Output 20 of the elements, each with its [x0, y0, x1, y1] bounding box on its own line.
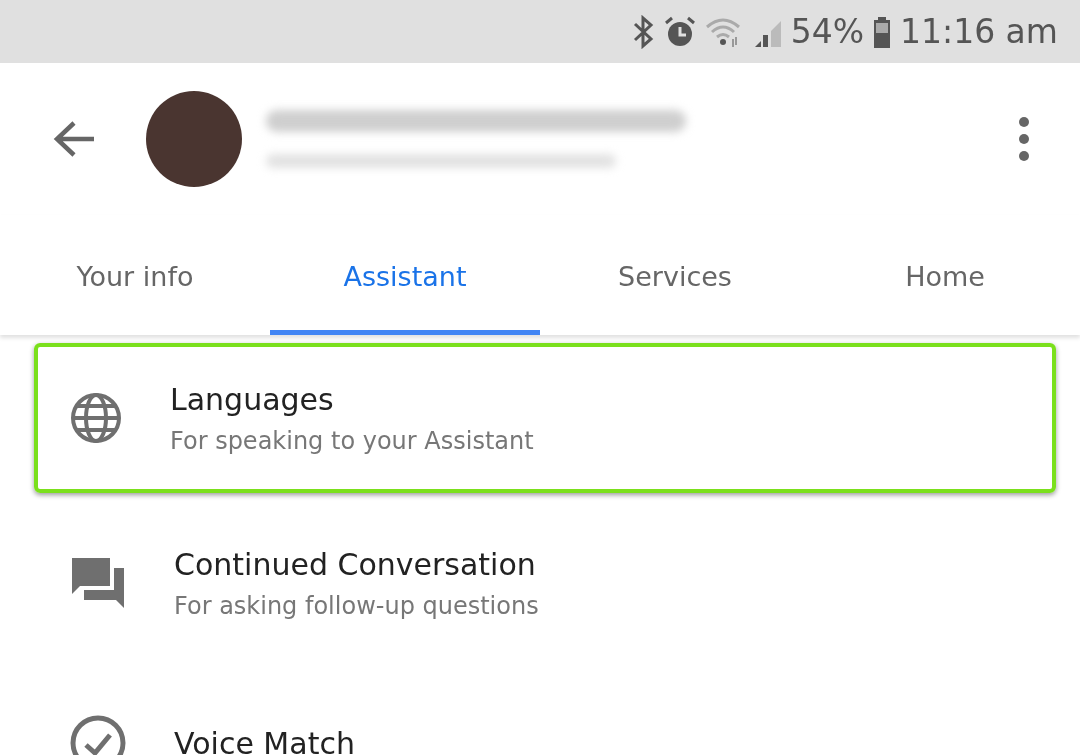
battery-percentage: 54%: [790, 12, 865, 51]
setting-description: For speaking to your Assistant: [170, 426, 534, 455]
settings-item[interactable]: Voice Match: [34, 663, 1056, 755]
setting-title: Continued Conversation: [174, 546, 537, 582]
more-options-icon[interactable]: [1018, 116, 1030, 162]
tab[interactable]: Assistant: [270, 215, 540, 335]
tab[interactable]: Services: [540, 215, 810, 335]
chat-bubbles-icon: [70, 556, 126, 610]
status-time: 11:16 am: [900, 12, 1058, 51]
alarm-clock-icon: [662, 14, 697, 49]
setting-description: For asking follow-up questions: [174, 591, 539, 620]
setting-title: Voice Match: [174, 725, 355, 755]
back-arrow-icon[interactable]: [52, 119, 96, 159]
settings-item[interactable]: Continued Conversation For asking follow-up questions: [34, 503, 1056, 663]
tab[interactable]: Your info: [0, 215, 270, 335]
tab[interactable]: Home: [810, 215, 1080, 335]
battery-icon: [872, 14, 893, 49]
settings-item[interactable]: Languages For speaking to your Assistant: [34, 343, 1056, 493]
setting-title: Languages: [170, 381, 335, 417]
globe-icon: [70, 392, 122, 444]
